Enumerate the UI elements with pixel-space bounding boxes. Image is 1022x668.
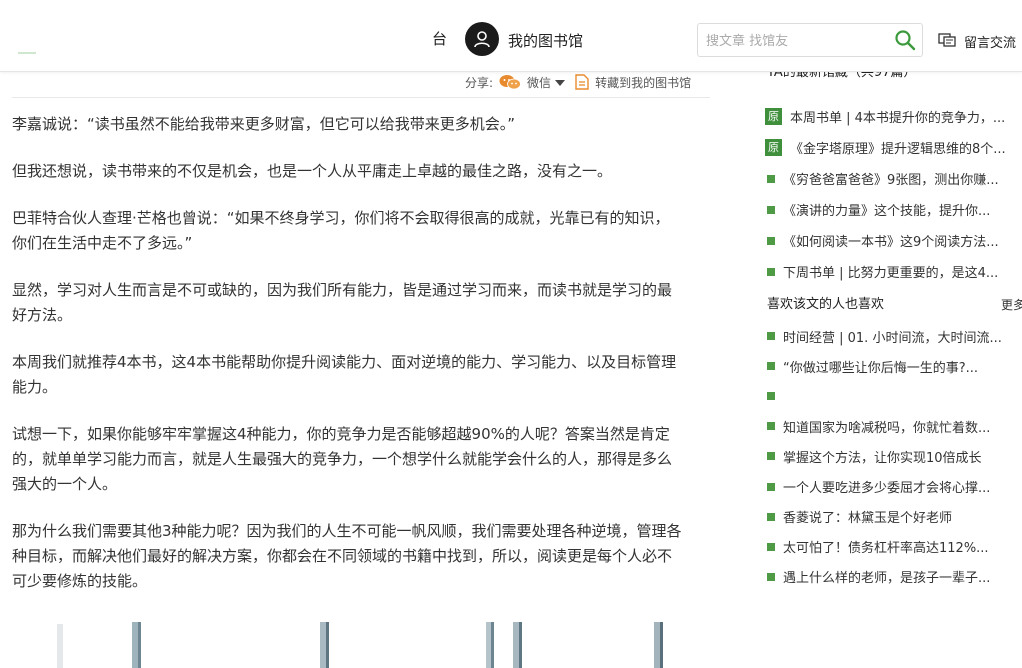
- list-item-label[interactable]: 《演讲的力量》这个技能，提升你...: [783, 200, 990, 219]
- list-item-label[interactable]: 一个人要吃进多少委屈才会将心撑...: [783, 477, 990, 496]
- top-header: 台 我的图书馆 留言交流: [0, 0, 1022, 72]
- user-avatar-icon[interactable]: [465, 22, 499, 56]
- share-bar: 分享: 微信 转藏到我的图书馆: [465, 73, 691, 91]
- list-item-label[interactable]: 太可怕了！债务杠杆率高达112%...: [783, 537, 989, 556]
- article-image: [50, 622, 670, 668]
- list-item-label[interactable]: 《穷爸爸富爸爸》9张图，测出你赚...: [783, 169, 999, 188]
- list-item[interactable]: “你做过哪些让你后悔一生的事?...: [765, 351, 1022, 381]
- list-item-label[interactable]: “你做过哪些让你后悔一生的事?...: [783, 357, 978, 376]
- my-library-link[interactable]: 我的图书馆: [508, 30, 583, 51]
- list-item[interactable]: 香菱说了：林黛玉是个好老师: [765, 502, 1022, 532]
- article-paragraph: 巴菲特合伙人查理·芒格也曾说：“如果不终身学习，你们将不会取得很高的成就，光靠已…: [12, 209, 670, 252]
- bullet-icon: [767, 422, 775, 431]
- list-item-label[interactable]: 香菱说了：林黛玉是个好老师: [783, 507, 952, 526]
- list-item[interactable]: [765, 381, 1022, 411]
- bullet-icon: [767, 267, 775, 276]
- article-paragraph: 本周我们就推荐4本书，这4本书能帮助你提升阅读能力、面对逆境的能力、学习能力、以…: [12, 353, 677, 396]
- list-item-label[interactable]: 时间经营 | 01. 小时间流，大时间流...: [783, 327, 1002, 346]
- list-item[interactable]: 掌握这个方法，让你实现10倍成长: [765, 441, 1022, 471]
- list-item[interactable]: 太可怕了！债务杠杆率高达112%...: [765, 532, 1022, 562]
- search-box: [697, 23, 923, 57]
- bullet-icon: [767, 174, 775, 183]
- list-item[interactable]: 原 《金字塔原理》提升逻辑思维的8个...: [765, 132, 1022, 163]
- article-paragraph: 但我还想说，读书带来的不仅是机会，也是一个人从平庸走上卓越的最佳之路，没有之一。: [12, 162, 613, 180]
- bullet-icon: [767, 572, 775, 581]
- save-to-library-link[interactable]: 转藏到我的图书馆: [595, 74, 691, 91]
- list-item-label[interactable]: 《金字塔原理》提升逻辑思维的8个...: [790, 138, 1006, 157]
- header-left-mark: [18, 52, 36, 54]
- article-paragraph: 显然，学习对人生而言是不可或缺的，因为我们所有能力，皆是通过学习而来，而读书就是…: [12, 281, 673, 324]
- more-link[interactable]: 更多: [1001, 296, 1022, 313]
- bullet-icon: [767, 482, 775, 491]
- list-item[interactable]: 原 本周书单 | 4本书提升你的竞争力，...: [765, 101, 1022, 132]
- list-item[interactable]: 《穷爸爸富爸爸》9张图，测出你赚...: [765, 163, 1022, 194]
- bullet-icon: [767, 332, 775, 341]
- bullet-icon: [767, 392, 775, 401]
- bullet-icon: [767, 205, 775, 214]
- list-item-label[interactable]: 下周书单 | 比努力更重要的，是这4...: [783, 262, 998, 281]
- list-item[interactable]: 下周书单 | 比努力更重要的，是这4...: [765, 256, 1022, 287]
- message-link[interactable]: 留言交流: [964, 32, 1016, 51]
- platform-title-fragment[interactable]: 台: [432, 28, 447, 49]
- article-paragraph: 试想一下，如果你能够牢牢掌握这4种能力，你的竞争力是否能够超越90%的人呢？答案…: [12, 425, 673, 493]
- article-paragraph: 那为什么我们需要其他3种能力呢？因为我们的人生不可能一帆风顺，我们需要处理各种逆…: [12, 522, 682, 590]
- list-item[interactable]: 《如何阅读一本书》这9个阅读方法...: [765, 225, 1022, 256]
- latest-collection-list: 原 本周书单 | 4本书提升你的竞争力，... 原 《金字塔原理》提升逻辑思维的…: [765, 101, 1022, 287]
- share-label: 分享:: [465, 75, 494, 90]
- person-icon: [474, 31, 490, 48]
- bullet-icon: [767, 512, 775, 521]
- wechat-icon[interactable]: [499, 74, 521, 90]
- original-badge: 原: [765, 108, 782, 125]
- also-liked-title: 喜欢该文的人也喜欢: [767, 297, 885, 312]
- article-paragraph: 李嘉诚说：“读书虽然不能给我带来更多财富，但它可以给我带来更多机会。”: [12, 115, 516, 133]
- list-item[interactable]: 时间经营 | 01. 小时间流，大时间流...: [765, 321, 1022, 351]
- original-badge: 原: [765, 139, 782, 156]
- bullet-icon: [767, 452, 775, 461]
- list-item[interactable]: 《演讲的力量》这个技能，提升你...: [765, 194, 1022, 225]
- chevron-down-icon[interactable]: [555, 80, 566, 86]
- list-item-label[interactable]: 知道国家为啥减税吗，你就忙着数...: [783, 417, 990, 436]
- save-to-library-icon[interactable]: [575, 74, 589, 90]
- bullet-icon: [767, 362, 775, 371]
- list-item-label[interactable]: 《如何阅读一本书》这9个阅读方法...: [783, 231, 999, 250]
- search-input[interactable]: [706, 31, 886, 51]
- article-body: 李嘉诚说：“读书虽然不能给我带来更多财富，但它可以给我带来更多机会。” 但我还想…: [12, 112, 682, 616]
- list-item-label[interactable]: 本周书单 | 4本书提升你的竞争力，...: [790, 107, 1005, 126]
- wechat-share-button[interactable]: 微信: [527, 74, 551, 91]
- search-icon[interactable]: [894, 29, 916, 51]
- list-item[interactable]: 知道国家为啥减税吗，你就忙着数...: [765, 411, 1022, 441]
- also-liked-list: 时间经营 | 01. 小时间流，大时间流... “你做过哪些让你后悔一生的事?.…: [765, 321, 1022, 592]
- list-item-label[interactable]: 遇上什么样的老师，是孩子一辈子...: [783, 567, 990, 586]
- bullet-icon: [767, 542, 775, 551]
- list-item[interactable]: 一个人要吃进多少委屈才会将心撑...: [765, 471, 1022, 501]
- list-item[interactable]: 遇上什么样的老师，是孩子一辈子...: [765, 562, 1022, 592]
- divider: [12, 97, 710, 98]
- bullet-icon: [767, 236, 775, 245]
- book-image-fragment: [57, 622, 663, 668]
- list-item-label[interactable]: 掌握这个方法，让你实现10倍成长: [783, 447, 982, 466]
- message-icon[interactable]: [938, 32, 956, 48]
